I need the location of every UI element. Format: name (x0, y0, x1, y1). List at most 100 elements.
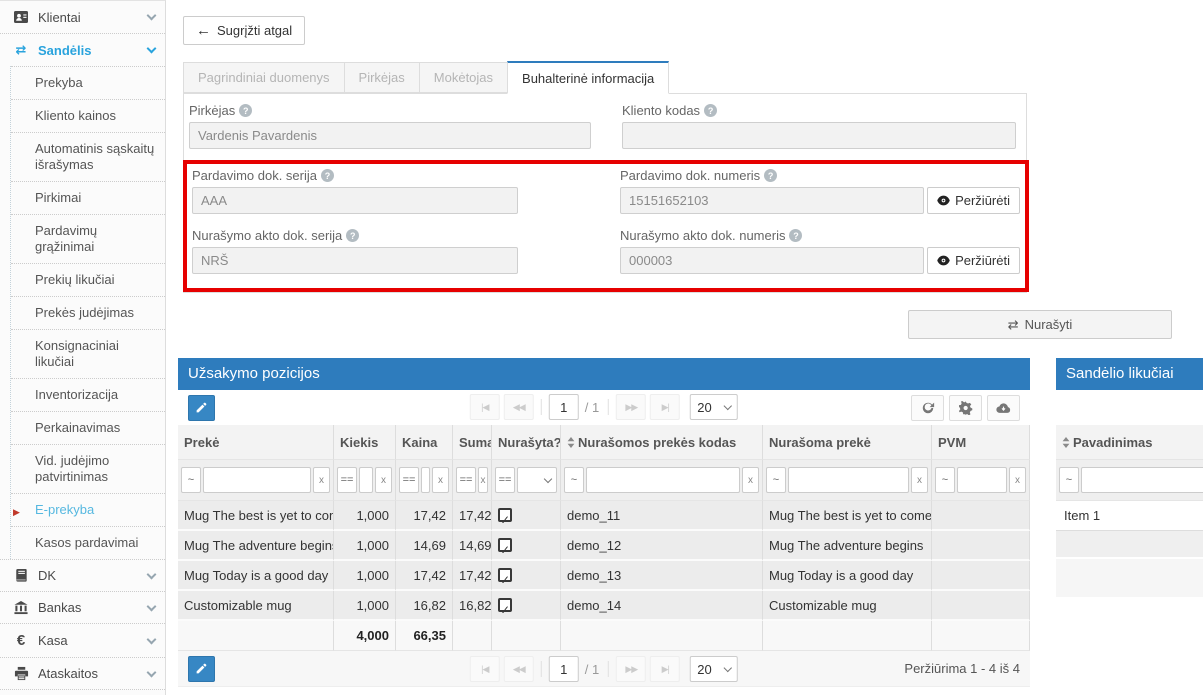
highlight-red-box: Pardavimo dok. serija? Pardavimo dok. nu… (183, 160, 1029, 292)
page-number-input[interactable] (549, 656, 579, 682)
checked-checkbox-icon[interactable] (498, 568, 512, 582)
checked-checkbox-icon[interactable] (498, 538, 512, 552)
filter-input-preke[interactable] (203, 467, 311, 493)
tab-pagrindiniai-duomenys[interactable]: Pagrindiniai duomenys (183, 62, 345, 93)
nurasyti-button[interactable]: ⇄ Nurašyti (908, 310, 1172, 339)
kliento-kodas-input[interactable] (622, 122, 1016, 149)
page-number-input[interactable] (549, 394, 579, 420)
sidebar-item-ataskaitos[interactable]: Ataskaitos (0, 657, 165, 689)
tab-pirkejas[interactable]: Pirkėjas (344, 62, 420, 93)
table-row[interactable]: Mug The adventure begins 1,000 14,69 14,… (178, 531, 1030, 561)
edit-button[interactable] (188, 395, 215, 421)
tab-buhalterine-informacija[interactable]: Buhalterinė informacija (507, 61, 669, 94)
pagination-prev-button[interactable]: ◀◀ (504, 656, 534, 682)
nurasymo-numeris-input[interactable] (620, 247, 924, 274)
perziureti-pardavimo-button[interactable]: Peržiūrėti (927, 187, 1020, 214)
page-size-select[interactable]: 20 (690, 394, 738, 420)
filter-input-nurasoma[interactable] (788, 467, 909, 493)
pagination-last-button[interactable]: ▶| (650, 656, 680, 682)
sidebar-item-e-prekyba[interactable]: ▶ E-prekyba (11, 493, 165, 526)
filter-op-contains[interactable]: ~ (181, 467, 201, 493)
pardavimo-numeris-input[interactable] (620, 187, 924, 214)
sidebar-item-perkainavimas[interactable]: Perkainavimas (11, 411, 165, 444)
app-root: Klientai ⇄ Sandėlis Prekyba Kliento kain… (0, 0, 1203, 695)
filter-op-contains[interactable]: ~ (766, 467, 786, 493)
sidebar-item-konsignaciniai-likuciai[interactable]: Konsignaciniai likučiai (11, 329, 165, 378)
filter-op-contains[interactable]: ~ (1059, 467, 1079, 493)
table-row[interactable]: Mug Today is a good day 1,000 17,42 17,4… (178, 561, 1030, 591)
pagination-next-button[interactable]: ▶▶ (616, 394, 646, 420)
sidebar-item-pardavimu-grazinimai[interactable]: Pardavimų grąžinimai (11, 214, 165, 263)
settings-button[interactable] (949, 395, 982, 421)
sidebar-item-bankas[interactable]: Bankas (0, 591, 165, 623)
filter-op-equals[interactable]: == (337, 467, 357, 493)
sidebar-item-pirkimai[interactable]: Pirkimai (11, 181, 165, 214)
back-button[interactable]: ← Sugrįžti atgal (183, 16, 305, 45)
sidebar-item-klientai[interactable]: Klientai (0, 1, 165, 33)
sidebar-item-inventorizacija[interactable]: Inventorizacija (11, 378, 165, 411)
pagination-last-button[interactable]: ▶| (650, 394, 680, 420)
sidebar-item-vid-judejimo-patvirtinimas[interactable]: Vid. judėjimo patvirtinimas (11, 444, 165, 493)
sidebar-item-prekiu-likuciai[interactable]: Prekių likučiai (11, 263, 165, 296)
pagination-next-button[interactable]: ▶▶ (616, 656, 646, 682)
filter-input-kaina[interactable] (421, 467, 430, 493)
table-row[interactable]: Mug The best is yet to come 1,000 17,42 … (178, 501, 1030, 531)
chevron-down-icon (147, 569, 157, 579)
pagination-first-button[interactable]: |◀ (470, 656, 500, 682)
column-header-nurasomos-prekes-kodas[interactable]: Nurašomos prekės kodas (561, 425, 763, 460)
checked-checkbox-icon[interactable] (498, 598, 512, 612)
sidebar-item-sandelis[interactable]: ⇄ Sandėlis (0, 33, 165, 66)
filter-clear-button[interactable]: x (1009, 467, 1026, 493)
filter-select-nurasyta[interactable] (517, 467, 557, 493)
column-header-pvm[interactable]: PVM (932, 425, 1030, 460)
refresh-button[interactable] (911, 395, 944, 421)
perziureti-nurasymo-button[interactable]: Peržiūrėti (927, 247, 1020, 274)
order-grid-title: Užsakymo pozicijos (178, 358, 1030, 390)
filter-clear-button[interactable]: x (313, 467, 330, 493)
nurasymo-serija-input[interactable] (192, 247, 518, 274)
pirkejas-input[interactable] (189, 122, 591, 149)
filter-input-pvm[interactable] (957, 467, 1007, 493)
checked-checkbox-icon[interactable] (498, 508, 512, 522)
pardavimo-serija-input[interactable] (192, 187, 518, 214)
sidebar-item-prekyba[interactable]: Prekyba (11, 66, 165, 99)
filter-input-kiekis[interactable] (359, 467, 373, 493)
export-download-button[interactable] (987, 395, 1020, 421)
sidebar-item-prekes-judejimas[interactable]: Prekės judėjimas (11, 296, 165, 329)
tab-moketojas[interactable]: Mokėtojas (419, 62, 508, 93)
filter-op-contains[interactable]: ~ (564, 467, 584, 493)
column-header-kaina[interactable]: Kaina (396, 425, 453, 460)
help-icon: ? (346, 229, 359, 242)
sidebar-item-automatinis-saskaitu-israsymas[interactable]: Automatinis sąskaitų išrašymas (11, 132, 165, 181)
column-header-nurasoma-preke[interactable]: Nurašoma prekė (763, 425, 932, 460)
column-header-preke[interactable]: Prekė (178, 425, 334, 460)
filter-clear-button[interactable]: x (478, 467, 488, 493)
sidebar-item-kasa[interactable]: € Kasa (0, 623, 165, 657)
filter-op-contains[interactable]: ~ (935, 467, 955, 493)
filter-clear-button[interactable]: x (742, 467, 759, 493)
sidebar-item-kasos-pardavimai[interactable]: Kasos pardavimai (11, 526, 165, 559)
filter-op-equals[interactable]: == (399, 467, 419, 493)
column-header-pavadinimas[interactable]: Pavadinimas (1056, 425, 1203, 460)
filter-op-equals[interactable]: == (456, 467, 476, 493)
filter-input-pavadinimas[interactable] (1081, 467, 1203, 493)
main-content: ← Sugrįžti atgal Pagrindiniai duomenys P… (166, 0, 1203, 695)
sidebar-item-dk[interactable]: DK (0, 559, 165, 591)
sidebar-item-kliento-kainos[interactable]: Kliento kainos (11, 99, 165, 132)
filter-input-kodas[interactable] (586, 467, 740, 493)
filter-clear-button[interactable]: x (432, 467, 449, 493)
edit-button[interactable] (188, 656, 215, 682)
filter-clear-button[interactable]: x (911, 467, 928, 493)
pagination-prev-button[interactable]: ◀◀ (504, 394, 534, 420)
filter-op-equals[interactable]: == (495, 467, 515, 493)
pagination-first-button[interactable]: |◀ (470, 394, 500, 420)
column-header-suma[interactable]: Suma (453, 425, 492, 460)
sidebar-item-personalas[interactable]: Personalas (0, 689, 165, 695)
stock-row[interactable]: Item 1 (1056, 501, 1203, 531)
column-header-nurasyta[interactable]: Nurašyta? (492, 425, 561, 460)
page-size-select[interactable]: 20 (690, 656, 738, 682)
column-header-kiekis[interactable]: Kiekis (334, 425, 396, 460)
table-row[interactable]: Customizable mug 1,000 16,82 16,82 demo_… (178, 591, 1030, 621)
filter-clear-button[interactable]: x (375, 467, 392, 493)
total-kaina: 66,35 (396, 621, 453, 651)
